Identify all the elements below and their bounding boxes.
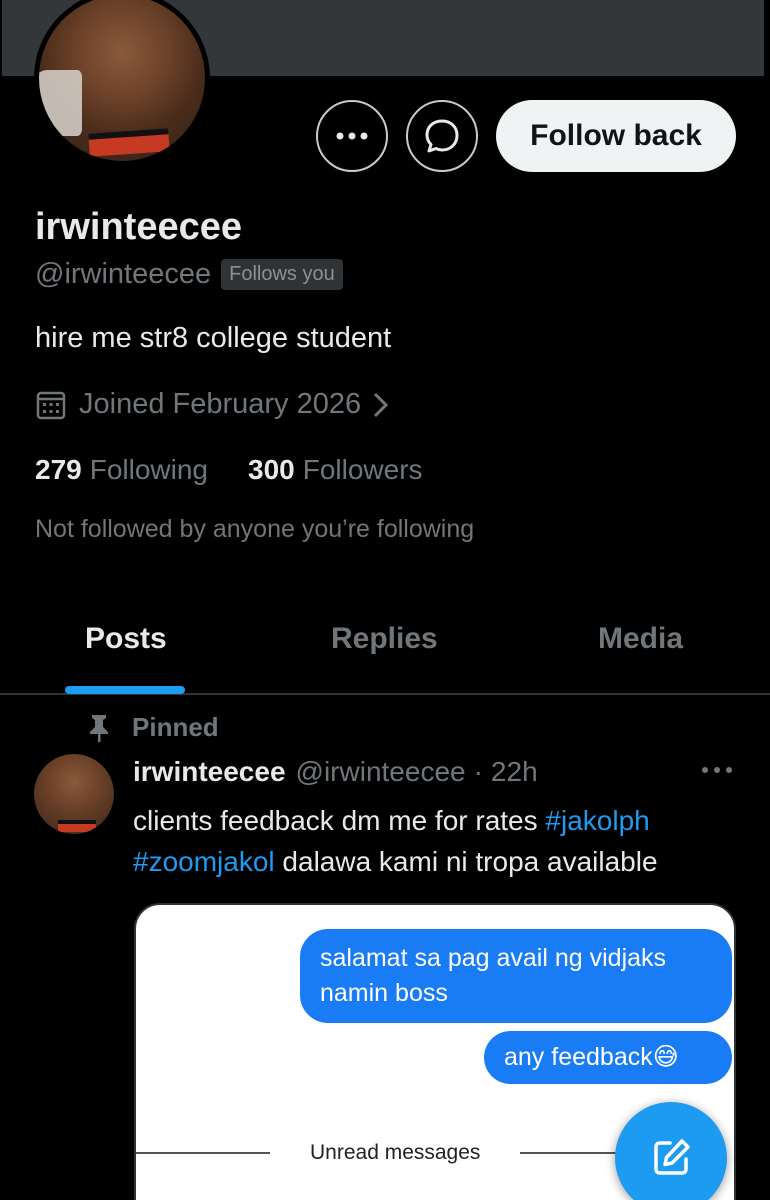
pin-icon — [90, 714, 108, 742]
profile-handle: @irwinteecee — [35, 258, 212, 290]
post-author-handle[interactable]: @irwinteecee — [296, 756, 466, 788]
tab-media[interactable]: Media — [598, 622, 683, 656]
active-tab-indicator — [65, 686, 185, 694]
handle-row: @irwinteecee Follows you — [35, 258, 343, 291]
post-header: irwinteecee @irwinteecee · 22h — [133, 756, 538, 788]
chat-bubble-1: salamat sa pag avail ng vidjaks namin bo… — [300, 929, 732, 1023]
post-separator: · — [473, 756, 483, 787]
joined-date-text: Joined February 2026 — [79, 388, 362, 420]
message-icon — [425, 119, 459, 153]
post-text-before: clients feedback dm me for rates — [133, 805, 546, 836]
followers-count: 300 — [248, 454, 295, 485]
follows-you-badge: Follows you — [221, 259, 343, 290]
hashtag-jakolph[interactable]: #jakolph — [545, 805, 649, 836]
pinned-label: Pinned — [132, 712, 219, 742]
unread-messages-label: Unread messages — [310, 1141, 481, 1164]
calendar-icon — [36, 391, 66, 419]
post-text-after: dalawa kami ni tropa available — [274, 846, 658, 877]
tab-posts[interactable]: Posts — [85, 622, 167, 656]
following-count: 279 — [35, 454, 82, 485]
mutual-followers-text: Not followed by anyone you’re following — [35, 515, 475, 543]
compose-icon — [654, 1139, 690, 1175]
followers-label: Followers — [302, 454, 423, 485]
more-options-button[interactable] — [316, 100, 388, 172]
post-text: clients feedback dm me for rates #jakolp… — [133, 800, 743, 882]
followers-link[interactable]: 300 Followers — [248, 454, 423, 486]
tab-replies[interactable]: Replies — [331, 622, 438, 656]
pinned-indicator: Pinned — [88, 712, 219, 743]
hashtag-zoomjakol[interactable]: #zoomjakol — [133, 846, 275, 877]
post-more-button[interactable] — [700, 762, 734, 780]
follow-back-button[interactable]: Follow back — [496, 100, 736, 172]
following-label: Following — [89, 454, 208, 485]
profile-bio: hire me str8 college student — [35, 322, 392, 354]
profile-display-name: irwinteecee — [35, 206, 242, 248]
profile-avatar[interactable] — [34, 0, 210, 166]
follow-counts: 279 Following 300 Followers — [35, 454, 423, 486]
post-author-avatar[interactable] — [34, 754, 114, 834]
avatar-image — [39, 0, 205, 161]
message-button[interactable] — [406, 100, 478, 172]
post-author-name[interactable]: irwinteecee — [133, 756, 286, 788]
chevron-right-icon — [374, 392, 389, 417]
profile-tabs: Posts Replies Media — [0, 600, 770, 695]
post-timestamp[interactable]: 22h — [491, 756, 538, 788]
chat-bubble-2: any feedback😅 — [484, 1031, 732, 1084]
following-link[interactable]: 279 Following — [35, 454, 208, 486]
more-horizontal-icon — [336, 132, 368, 140]
joined-date-row[interactable]: Joined February 2026 — [35, 388, 405, 421]
more-horizontal-icon — [702, 767, 732, 773]
